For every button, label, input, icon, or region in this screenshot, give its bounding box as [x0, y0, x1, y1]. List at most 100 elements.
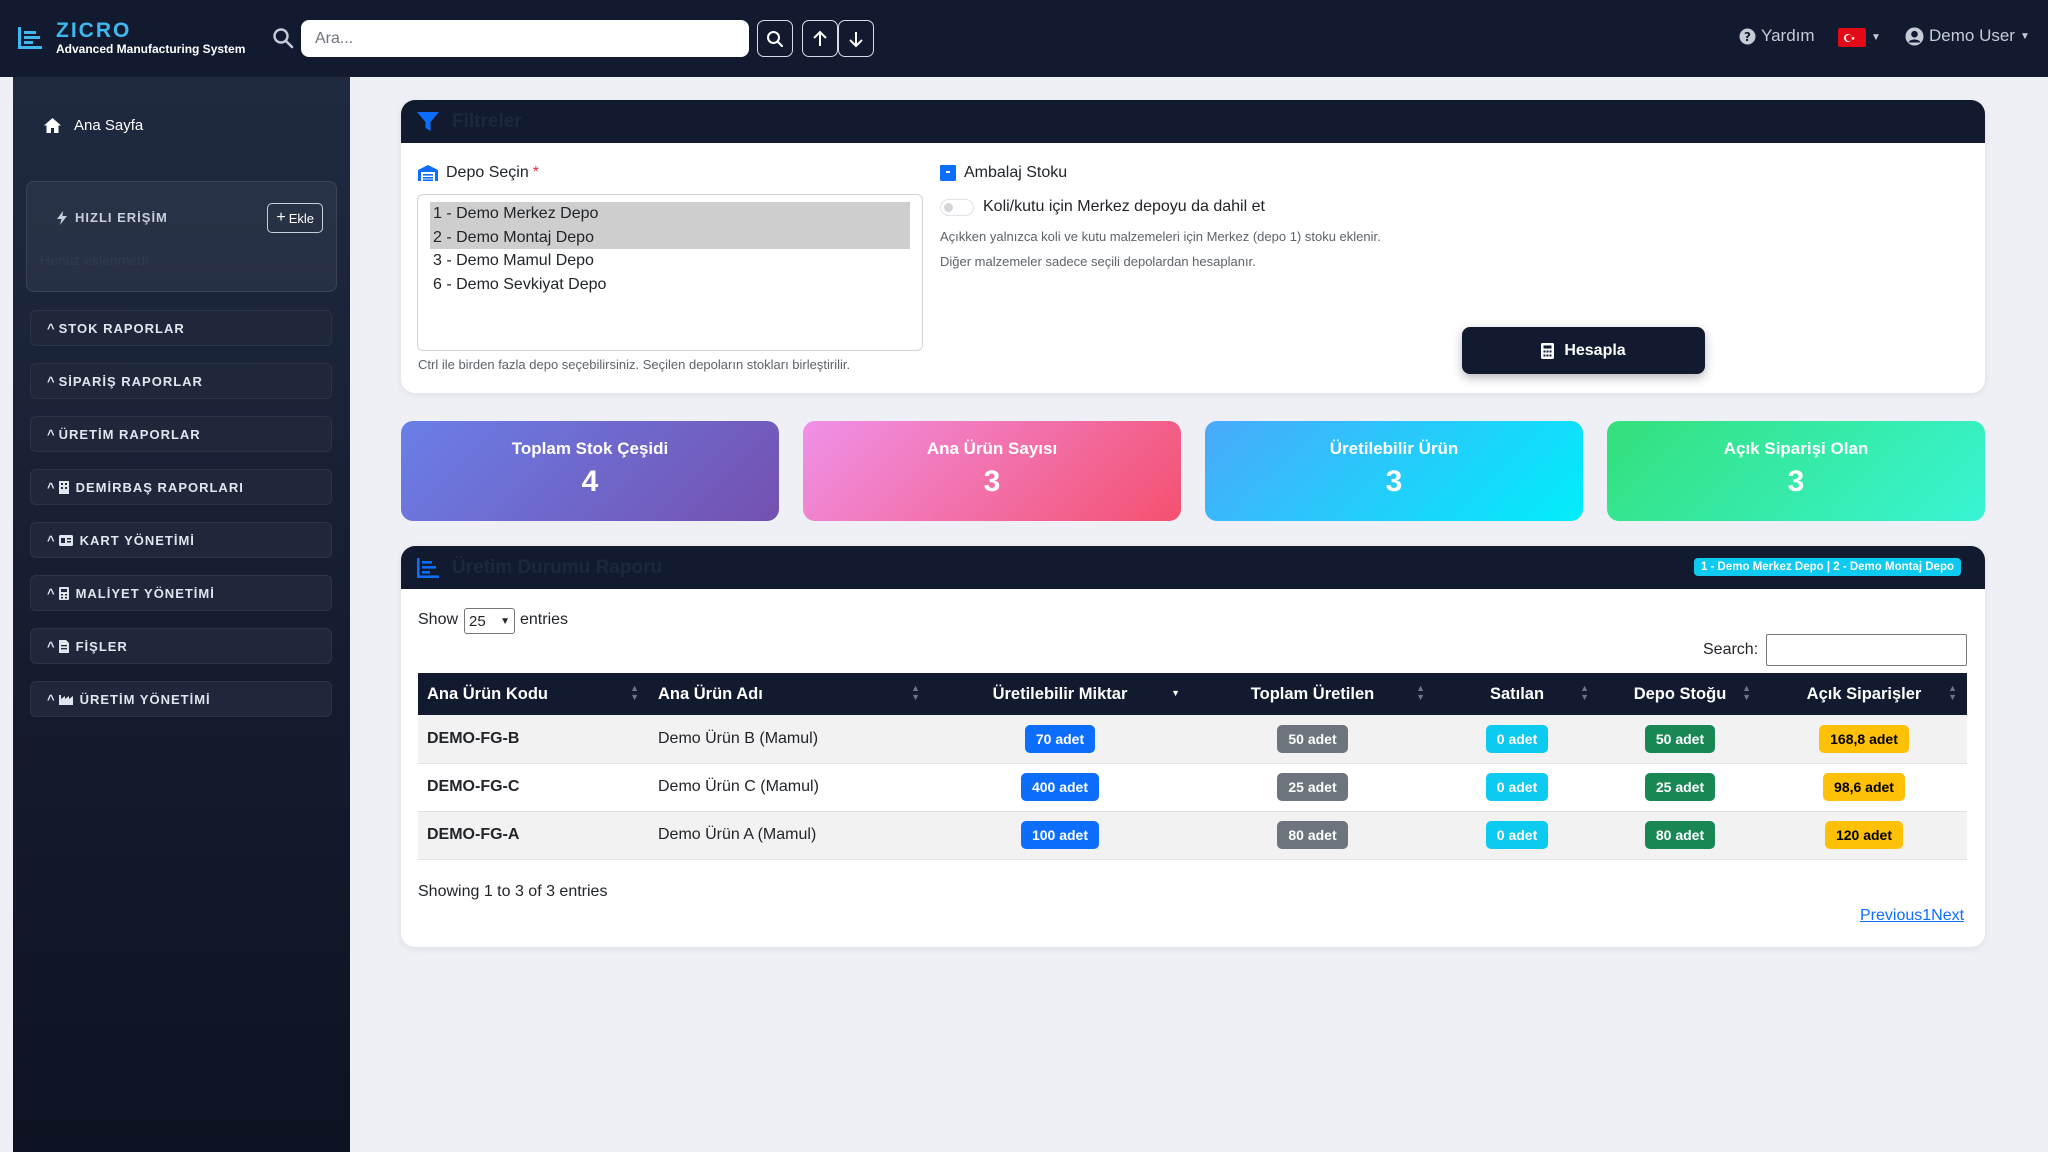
sidebar-item-stock-reports[interactable]: ^ STOK RAPORLAR — [30, 310, 332, 346]
stat-label: Toplam Stok Çeşidi — [511, 439, 669, 458]
plus-icon: + — [276, 209, 286, 226]
stat-value: 3 — [1385, 465, 1403, 498]
search-icon — [767, 30, 784, 47]
id-card-icon — [58, 534, 73, 546]
top-navbar: ZICRO Advanced Manufacturing System ? Ya… — [0, 0, 2048, 77]
producible-badge: 400 adet — [1020, 773, 1100, 801]
depot-option[interactable]: 1 - Demo Merkez Depo — [430, 202, 910, 226]
previous-page-link[interactable]: Previous — [1860, 907, 1922, 924]
sort-icon: ▲ ▼ — [1416, 683, 1425, 702]
table-header-row: Ana Ürün Kodu ▲ ▼ Ana Ürün Adı ▲ ▼ Üretilebi… — [418, 673, 1967, 715]
stock-cell: 50 adet — [1599, 715, 1761, 764]
next-result-button[interactable] — [838, 20, 874, 57]
sold-cell: 0 adet — [1435, 715, 1599, 764]
total-produced-cell: 25 adet — [1190, 763, 1435, 812]
search-label: Search: — [1703, 641, 1759, 658]
sidebar-item-receipts[interactable]: ^ FİŞLER — [30, 628, 332, 664]
stat-label: Üretilebilir Ürün — [1329, 439, 1459, 458]
sort-icon: ▲ ▼ — [911, 683, 920, 702]
column-header-open-orders[interactable]: Açık Siparişler ▲ ▼ — [1761, 673, 1967, 715]
table-info: Showing 1 to 3 of 3 entries — [418, 883, 608, 900]
sort-desc-icon: ▼ — [1171, 688, 1180, 698]
sold-badge: 0 adet — [1485, 773, 1549, 801]
sidebar-item-card-management[interactable]: ^ KART YÖNETİMİ — [30, 522, 332, 558]
svg-text:?: ? — [1744, 30, 1751, 44]
packaging-hint-2: Diğer malzemeler sadece seçili depolarda… — [940, 254, 1256, 269]
search-button[interactable] — [757, 20, 793, 57]
product-code-cell: DEMO-FG-B — [418, 715, 649, 764]
total-produced-cell: 80 adet — [1190, 811, 1435, 860]
sold-cell: 0 adet — [1435, 763, 1599, 812]
stock-cell: 80 adet — [1599, 811, 1761, 860]
calculate-button[interactable]: Hesapla — [1462, 327, 1705, 374]
help-link[interactable]: ? Yardım — [1739, 26, 1815, 46]
producible-badge: 100 adet — [1020, 821, 1100, 849]
depot-option[interactable]: 3 - Demo Mamul Depo — [430, 249, 910, 273]
tr-flag-icon — [1838, 28, 1866, 47]
global-search-input[interactable] — [301, 20, 749, 57]
language-selector[interactable]: ▼ — [1838, 28, 1881, 47]
filters-card-header: Filtreler — [401, 100, 1985, 143]
user-circle-icon — [1905, 27, 1924, 45]
depot-option[interactable]: 6 - Demo Sevkiyat Depo — [430, 273, 910, 297]
column-header-product-name[interactable]: Ana Ürün Adı ▲ ▼ — [649, 673, 930, 715]
sidebar-item-production-reports[interactable]: ^ ÜRETİM RAPORLAR — [30, 416, 332, 452]
required-mark: * — [532, 164, 539, 181]
table-row: DEMO-FG-B Demo Ürün B (Mamul) 70 adet 50… — [418, 715, 1967, 764]
chevron-up-icon: ^ — [47, 532, 56, 548]
sold-cell: 0 adet — [1435, 811, 1599, 860]
page-length-select[interactable]: 25 ▼ — [464, 608, 515, 634]
open-orders-cell: 98,6 adet — [1761, 763, 1967, 812]
add-quick-access-button[interactable]: + Ekle — [267, 203, 323, 233]
sidebar-item-fixed-asset-reports[interactable]: ^ DEMİRBAŞ RAPORLARI — [30, 469, 332, 505]
depot-select-hint: Ctrl ile birden fazla depo seçebilirsini… — [418, 357, 851, 372]
total-produced-badge: 80 adet — [1277, 821, 1348, 849]
filters-title: Filtreler — [452, 110, 522, 132]
column-header-depot-stock[interactable]: Depo Stoğu ▲ ▼ — [1599, 673, 1761, 715]
app-subtitle: Advanced Manufacturing System — [56, 42, 246, 56]
report-title: Üretim Durumu Raporu — [452, 556, 663, 578]
next-page-link[interactable]: Next — [1931, 907, 1964, 924]
stat-card-producible-products: Üretilebilir Ürün 3 — [1205, 421, 1583, 521]
chart-logo-icon — [18, 27, 42, 49]
depot-select-label: Depo Seçin * — [418, 164, 539, 182]
column-header-sold[interactable]: Satılan ▲ ▼ — [1435, 673, 1599, 715]
depot-option[interactable]: 2 - Demo Montaj Depo — [430, 225, 910, 249]
user-menu[interactable]: Demo User ▼ — [1905, 26, 2030, 46]
sidebar-item-order-reports[interactable]: ^ SİPARİŞ RAPORLAR — [30, 363, 332, 399]
production-report-table: Ana Ürün Kodu ▲ ▼ Ana Ürün Adı ▲ ▼ Üretilebi… — [418, 673, 1967, 860]
entries-label: entries — [520, 611, 569, 628]
pagination: Previous1Next — [1860, 907, 1964, 925]
table-row: DEMO-FG-A Demo Ürün A (Mamul) 100 adet 8… — [418, 811, 1967, 860]
depot-multiselect[interactable]: 1 - Demo Merkez Depo 2 - Demo Montaj Dep… — [417, 194, 923, 351]
quick-access-title: HIZLI ERİŞİM — [57, 210, 168, 225]
brand-logo[interactable]: ZICRO Advanced Manufacturing System — [16, 20, 245, 56]
sidebar-item-production-management[interactable]: ^ ÜRETİM YÖNETİMİ — [30, 681, 332, 717]
arrow-up-icon — [813, 30, 827, 46]
producible-cell: 70 adet — [930, 715, 1190, 764]
include-central-depot-toggle[interactable] — [940, 199, 974, 216]
show-label: Show — [418, 611, 459, 628]
sidebar-item-cost-management[interactable]: ^ MALİYET YÖNETİMİ — [30, 575, 332, 611]
stat-card-total-stock-types: Toplam Stok Çeşidi 4 — [401, 421, 779, 521]
previous-result-button[interactable] — [802, 20, 838, 57]
chevron-up-icon: ^ — [47, 691, 56, 707]
producible-cell: 400 adet — [930, 763, 1190, 812]
chevron-up-icon: ^ — [47, 479, 56, 495]
page-1-link[interactable]: 1 — [1922, 907, 1931, 924]
column-header-product-code[interactable]: Ana Ürün Kodu ▲ ▼ — [418, 673, 649, 715]
chevron-up-icon: ^ — [47, 426, 56, 442]
help-label: Yardım — [1761, 26, 1815, 45]
sort-icon: ▲ ▼ — [1580, 683, 1589, 702]
table-search-input[interactable] — [1766, 634, 1967, 666]
sidebar-item-home[interactable]: Ana Sayfa — [43, 117, 143, 134]
stat-value: 3 — [1787, 465, 1805, 498]
stock-badge: 50 adet — [1644, 724, 1716, 753]
open-orders-cell: 168,8 adet — [1761, 715, 1967, 764]
stock-badge: 25 adet — [1644, 773, 1716, 801]
column-header-total-produced[interactable]: Toplam Üretilen ▲ ▼ — [1190, 673, 1435, 715]
chevron-down-icon: ▼ — [2019, 30, 2030, 42]
quick-access-panel: HIZLI ERİŞİM + Ekle Henüz eklenmedi — [26, 181, 337, 292]
chevron-up-icon: ^ — [47, 585, 56, 601]
column-header-producible-quantity[interactable]: Üretilebilir Miktar ▼ — [930, 673, 1190, 715]
